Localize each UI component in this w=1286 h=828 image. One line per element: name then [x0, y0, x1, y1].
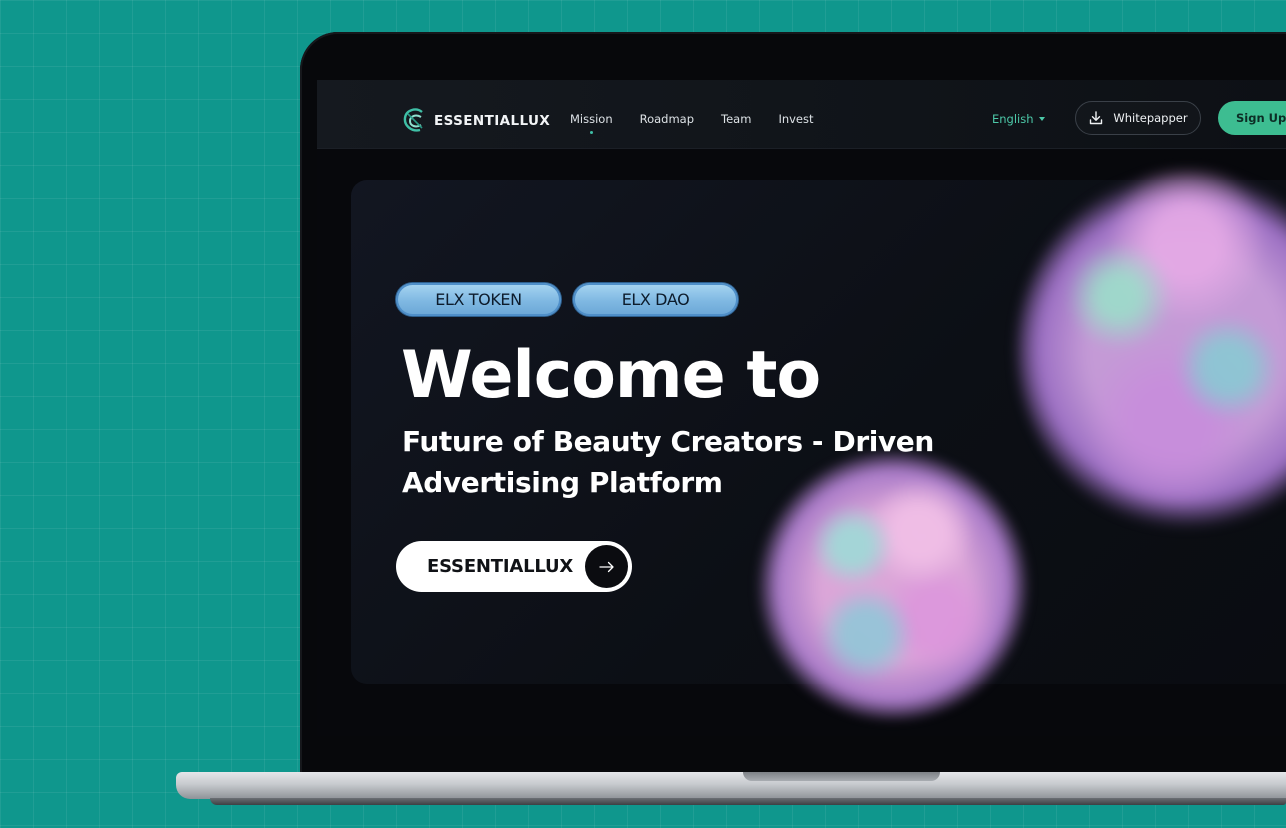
- laptop-screen: ESSENTIALLUX Mission Roadmap Team Invest…: [317, 80, 1286, 736]
- laptop-foot: [210, 798, 1286, 805]
- signup-button[interactable]: Sign Up: [1218, 101, 1286, 135]
- cta-label: ESSENTIALLUX: [427, 556, 574, 577]
- nav-link-invest[interactable]: Invest: [778, 112, 813, 126]
- nav-links: Mission Roadmap Team Invest: [570, 112, 841, 134]
- essentiallux-logo-icon: [403, 108, 423, 132]
- laptop-notch: [743, 772, 940, 781]
- language-label: English: [992, 112, 1034, 126]
- hero-subtitle: Future of Beauty Creators - Driven Adver…: [402, 421, 962, 503]
- whitepaper-label: Whitepapper: [1113, 111, 1188, 125]
- nav-link-team[interactable]: Team: [721, 112, 751, 126]
- laptop-base: [176, 772, 1286, 799]
- whitepaper-button[interactable]: Whitepapper: [1075, 101, 1201, 135]
- cta-button[interactable]: ESSENTIALLUX: [396, 541, 632, 592]
- download-icon: [1090, 111, 1103, 125]
- nav-link-roadmap[interactable]: Roadmap: [640, 112, 694, 126]
- hero-subtitle-line-2: Advertising Platform: [402, 466, 723, 499]
- brand-logo[interactable]: ESSENTIALLUX: [402, 108, 550, 134]
- nav-link-mission[interactable]: Mission: [570, 112, 613, 134]
- language-selector[interactable]: English: [992, 112, 1045, 126]
- tag-elx-token[interactable]: ELX TOKEN: [396, 283, 561, 316]
- arrow-right-icon: [585, 545, 628, 588]
- caret-down-icon: [1038, 117, 1045, 121]
- tag-elx-dao[interactable]: ELX DAO: [573, 283, 738, 316]
- top-navbar: ESSENTIALLUX Mission Roadmap Team Invest…: [317, 80, 1286, 149]
- hero-subtitle-line-1: Future of Beauty Creators - Driven: [402, 425, 934, 458]
- hero-title: Welcome to: [401, 338, 821, 413]
- brand-name: ESSENTIALLUX: [434, 113, 551, 129]
